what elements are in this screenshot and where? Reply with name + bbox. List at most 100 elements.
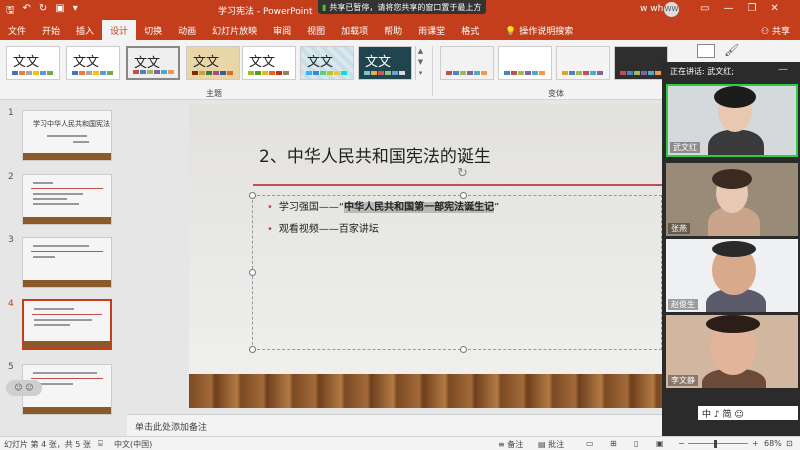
tab-file[interactable]: 文件 <box>0 20 34 40</box>
resize-handle[interactable] <box>460 346 467 353</box>
slide-sorter-icon[interactable]: ⊞ <box>610 439 617 448</box>
tell-me-search[interactable]: 💡 操作说明搜索 <box>497 20 581 40</box>
slide-thumbnail-1[interactable]: 学习中华人民共和国宪法 <box>22 110 112 161</box>
restore-icon[interactable]: ❐ <box>747 3 756 14</box>
share-button[interactable]: ⚇ 共享 <box>761 24 790 37</box>
zoom-in-icon[interactable]: + <box>752 439 759 448</box>
participant-video-1[interactable]: 武文红 <box>666 84 798 157</box>
slide-number-3: 3 <box>8 235 14 245</box>
rotate-handle-icon[interactable]: ↻ <box>457 166 468 181</box>
slide-thumbnail-3[interactable] <box>22 237 112 288</box>
bullet-item-2[interactable]: • 观看视频——百家讲坛 <box>267 220 379 235</box>
bullet1-suffix: ” <box>494 202 500 213</box>
tab-addins[interactable]: 加载项 <box>333 20 376 40</box>
share-label: 共享 <box>771 27 790 37</box>
slide-thumbnail-4[interactable] <box>22 299 112 350</box>
tab-home[interactable]: 开始 <box>34 20 68 40</box>
language-indicator[interactable]: 中文(中国) <box>114 439 152 450</box>
participant-video-2[interactable]: 张燕 <box>666 163 798 236</box>
redo-icon[interactable]: ↻ <box>39 3 47 20</box>
tab-review[interactable]: 审阅 <box>265 20 299 40</box>
slide-number-2: 2 <box>8 172 14 182</box>
tab-animations[interactable]: 动画 <box>170 20 204 40</box>
participant-video-3[interactable]: 赵俊生 <box>666 239 798 312</box>
thumbnail-title: 学习中华人民共和国宪法 <box>33 120 110 128</box>
resize-handle[interactable] <box>249 269 256 276</box>
format-background-icon[interactable]: 🖌 <box>724 43 740 59</box>
lightbulb-icon: 💡 <box>505 27 520 37</box>
tab-format[interactable]: 格式 <box>453 20 487 40</box>
notes-icon: ≡ <box>498 440 508 449</box>
themes-gallery-scroll[interactable]: ▲ ▼ ▾ <box>415 46 425 80</box>
theme-colors <box>192 71 233 75</box>
comments-button[interactable]: ▤ 批注 <box>538 439 564 450</box>
variant-3[interactable] <box>556 46 610 80</box>
user-avatar[interactable]: WW <box>664 2 679 17</box>
zoom-slider[interactable] <box>688 443 748 444</box>
zoom-level[interactable]: 68% <box>764 439 782 448</box>
slideshow-view-icon[interactable]: ▣ <box>656 439 664 448</box>
share-banner-text: 共享已暂停，请将您共享的窗口置于最上方 <box>329 3 482 12</box>
bullet-item-1[interactable]: • 学习强国——“中华人民共和国第一部宪法诞生记” <box>267 198 499 213</box>
tab-transitions[interactable]: 切换 <box>136 20 170 40</box>
variant-colors <box>620 71 661 75</box>
slide-thumbnail-2[interactable] <box>22 174 112 225</box>
save-icon[interactable]: 🖫 <box>6 3 15 20</box>
tab-view[interactable]: 视图 <box>299 20 333 40</box>
theme-office-2[interactable]: 文文 <box>66 46 120 80</box>
theme-sample-text: 文文 <box>193 55 220 70</box>
close-icon[interactable]: ✕ <box>770 3 778 14</box>
tab-insert[interactable]: 插入 <box>68 20 102 40</box>
theme-pattern[interactable]: 文文 <box>300 46 354 80</box>
undo-icon[interactable]: ↶ <box>23 3 31 20</box>
reading-view-icon[interactable]: ▯ <box>634 439 638 448</box>
quick-access-toolbar: 🖫 ↶ ↻ ▣ ▾ <box>6 3 78 20</box>
panel-menu-icon[interactable]: — <box>778 64 788 75</box>
variant-colors <box>446 71 487 75</box>
bullet-dot: • <box>267 202 273 213</box>
spellcheck-icon[interactable]: ⌸ <box>98 439 103 449</box>
bullet2-text: 观看视频——百家讲坛 <box>278 224 379 235</box>
variant-1[interactable] <box>440 46 494 80</box>
theme-facet[interactable]: 文文 <box>242 46 296 80</box>
start-slideshow-icon[interactable]: ▣ <box>55 3 64 20</box>
customize-qat-icon[interactable]: ▾ <box>73 3 78 20</box>
participant-name-2: 张燕 <box>668 223 690 234</box>
ribbon-display-options-icon[interactable]: ▭ <box>700 3 709 14</box>
theme-office[interactable]: 文文 <box>6 46 60 80</box>
tab-slideshow[interactable]: 幻灯片放映 <box>204 20 265 40</box>
participant-video-4[interactable]: 李文静 <box>666 315 798 388</box>
variant-4[interactable] <box>614 46 668 80</box>
tab-design[interactable]: 设计 <box>102 20 137 40</box>
tab-help[interactable]: 帮助 <box>376 20 410 40</box>
bullet1-selected-text[interactable]: 中华人民共和国第一部宪法诞生记 <box>344 202 495 213</box>
bullet-dot: • <box>267 224 273 235</box>
notes-toggle-button[interactable]: ≡ 备注 <box>498 439 523 450</box>
theme-colors <box>12 71 53 75</box>
variant-2[interactable] <box>498 46 552 80</box>
slide-title[interactable]: 2、中华人民共和国宪法的诞生 <box>259 142 491 167</box>
current-slide[interactable]: 2、中华人民共和国宪法的诞生 ↻ • 学习强国——“中华人民共和国第一部宪法诞生记… <box>189 104 662 408</box>
theme-wood[interactable]: 文文 <box>186 46 240 80</box>
notes-pane[interactable]: 单击此处添加备注 <box>127 414 662 436</box>
slide-wood-floor <box>189 374 662 408</box>
slide-size-icon[interactable] <box>697 44 715 58</box>
zoom-slider-knob[interactable] <box>714 440 717 448</box>
theme-current[interactable]: 文文 <box>126 46 180 80</box>
ime-toolbar[interactable]: 中 ♪ 简 ☺ <box>698 406 798 420</box>
user-name[interactable]: w wh <box>640 4 663 14</box>
resize-handle[interactable] <box>249 346 256 353</box>
document-title: 学习宪法 - PowerPoint <box>218 7 313 17</box>
comment-icon: ▤ <box>538 440 549 449</box>
themes-group-label: 主题 <box>206 89 222 98</box>
reaction-emoji-button[interactable]: ☺ ☺ <box>6 380 42 396</box>
content-textbox[interactable] <box>252 195 662 350</box>
minimize-icon[interactable]: — <box>723 3 733 14</box>
fit-to-window-icon[interactable]: ⊡ <box>786 439 793 448</box>
theme-dark-teal[interactable]: 文文 <box>358 46 412 80</box>
zoom-out-icon[interactable]: − <box>678 439 685 448</box>
normal-view-icon[interactable]: ▭ <box>586 439 594 448</box>
theme-colors <box>364 71 405 75</box>
tab-rain-classroom[interactable]: 雨课堂 <box>410 20 453 40</box>
resize-handle[interactable] <box>249 192 256 199</box>
